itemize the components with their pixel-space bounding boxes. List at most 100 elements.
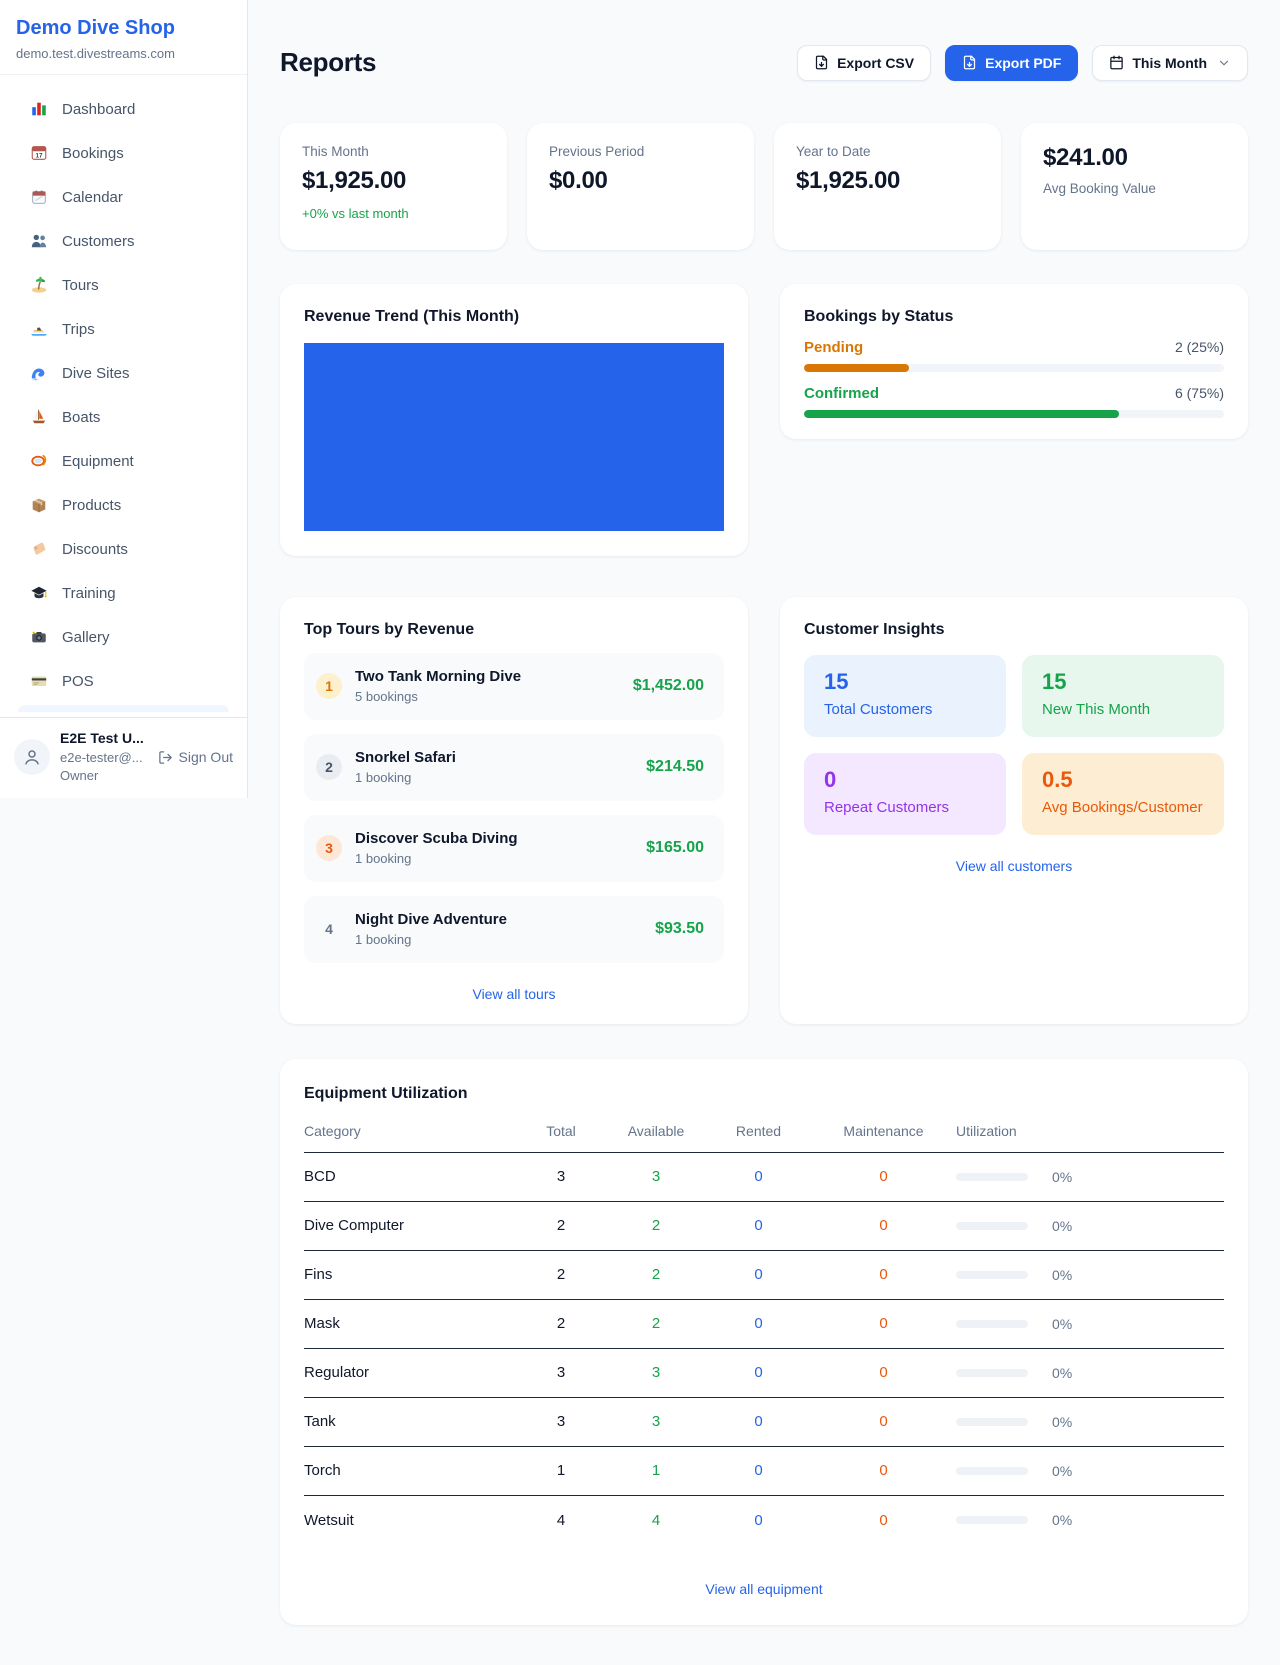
cell-available: 1 [606,1462,706,1479]
tour-name: Two Tank Morning Dive [355,668,521,685]
top-tours-title: Top Tours by Revenue [304,621,724,639]
insight-label: New This Month [1042,701,1204,718]
cell-rented: 0 [706,1413,811,1430]
sidebar-item-label: Tours [62,277,99,294]
sidebar-item-discounts[interactable]: Discounts [12,529,235,569]
avatar [14,739,50,775]
products-icon [30,496,48,514]
sidebar-item-trips[interactable]: Trips [12,309,235,349]
cell-utilization: 0% [1052,1365,1072,1381]
sidebar-item-equipment[interactable]: Equipment [12,441,235,481]
cell-total: 3 [516,1168,606,1185]
utilization-bar [956,1418,1028,1426]
sidebar-item-boats[interactable]: Boats [12,397,235,437]
sidebar-item-label: Customers [62,233,135,250]
cell-maintenance: 0 [811,1266,956,1283]
page-title: Reports [280,47,376,78]
cell-available: 2 [606,1315,706,1332]
export-csv-label: Export CSV [837,55,914,71]
status-label: Pending [804,339,863,356]
sidebar-item-gallery[interactable]: Gallery [12,617,235,657]
utilization-bar [956,1516,1028,1524]
cell-available: 3 [606,1413,706,1430]
cell-maintenance: 0 [811,1413,956,1430]
insight-value: 15 [1042,669,1204,695]
table-row: Torch 1 1 0 0 0% [304,1447,1224,1496]
cell-category: Mask [304,1315,516,1332]
training-icon [30,584,48,602]
stat-label: Avg Booking Value [1043,181,1226,196]
cell-rented: 0 [706,1512,811,1529]
tour-name: Discover Scuba Diving [355,830,518,847]
table-row: Tank 3 3 0 0 0% [304,1398,1224,1447]
cell-rented: 0 [706,1266,811,1283]
progress-track [804,410,1224,418]
export-csv-button[interactable]: Export CSV [797,45,931,81]
utilization-bar [956,1320,1028,1328]
rank-badge: 3 [316,835,342,861]
table-row: Wetsuit 4 4 0 0 0% [304,1496,1224,1545]
tour-row: 1 Two Tank Morning Dive 5 bookings $1,45… [304,653,724,720]
sidebar-item-dive-sites[interactable]: Dive Sites [12,353,235,393]
file-download-icon [962,55,977,70]
export-pdf-button[interactable]: Export PDF [945,45,1078,81]
view-all-tours-link[interactable]: View all tours [304,986,724,1002]
stat-value: $1,925.00 [302,167,485,195]
insight-tile-avg-bookings: 0.5 Avg Bookings/Customer [1022,753,1224,835]
sidebar-item-calendar[interactable]: Calendar [12,177,235,217]
tour-row: 3 Discover Scuba Diving 1 booking $165.0… [304,815,724,882]
sidebar-item-tours[interactable]: Tours [12,265,235,305]
insight-tile-new-this-month: 15 New This Month [1022,655,1224,737]
cell-utilization: 0% [1052,1316,1072,1332]
cell-available: 2 [606,1266,706,1283]
sidebar-item-label: Products [62,497,121,514]
dashboard-icon [30,100,48,118]
tour-revenue: $214.50 [646,758,704,776]
tour-bookings: 1 booking [355,932,507,947]
sidebar-item-pos[interactable]: POS [12,661,235,701]
column-header: Utilization [956,1123,1224,1139]
progress-fill [804,364,909,372]
cell-category: Regulator [304,1364,516,1381]
tour-name: Snorkel Safari [355,749,456,766]
sidebar-item-reports-selected-partial[interactable] [18,705,229,712]
sidebar-item-dashboard[interactable]: Dashboard [12,89,235,129]
tour-row: 4 Night Dive Adventure 1 booking $93.50 [304,896,724,963]
cell-total: 4 [516,1512,606,1529]
insight-value: 0 [824,767,986,793]
period-dropdown[interactable]: This Month [1092,45,1248,81]
user-email: e2e-tester@... [60,750,144,766]
equipment-icon [30,452,48,470]
tour-bookings: 5 bookings [355,689,521,704]
boats-icon [30,408,48,426]
column-header: Total [516,1123,606,1139]
customer-insights-title: Customer Insights [804,621,1224,639]
insight-value: 0.5 [1042,767,1204,793]
table-row: Fins 2 2 0 0 0% [304,1251,1224,1300]
status-row-pending: Pending 2 (25%) [804,339,1224,372]
sidebar-item-training[interactable]: Training [12,573,235,613]
column-header: Rented [706,1123,811,1139]
pos-icon [30,672,48,690]
cell-rented: 0 [706,1315,811,1332]
sign-out-button[interactable]: Sign Out [158,749,233,765]
sidebar-item-customers[interactable]: Customers [12,221,235,261]
table-header: Category Total Available Rented Maintena… [304,1123,1224,1153]
shop-domain: demo.test.divestreams.com [16,46,231,61]
cell-utilization: 0% [1052,1463,1072,1479]
cell-category: Wetsuit [304,1512,516,1529]
status-count: 6 (75%) [1175,385,1224,401]
rank-badge: 2 [316,754,342,780]
cell-category: BCD [304,1168,516,1185]
user-info: E2E Test U... e2e-tester@... Owner [60,730,144,784]
stat-value: $0.00 [549,167,732,195]
sidebar-item-label: Boats [62,409,100,426]
sidebar-item-label: Training [62,585,116,602]
stat-label: Previous Period [549,144,732,159]
view-all-customers-link[interactable]: View all customers [804,858,1224,874]
insight-value: 15 [824,669,986,695]
view-all-equipment-link[interactable]: View all equipment [304,1581,1224,1597]
utilization-bar [956,1271,1028,1279]
sidebar-item-bookings[interactable]: 17 Bookings [12,133,235,173]
sidebar-item-products[interactable]: Products [12,485,235,525]
